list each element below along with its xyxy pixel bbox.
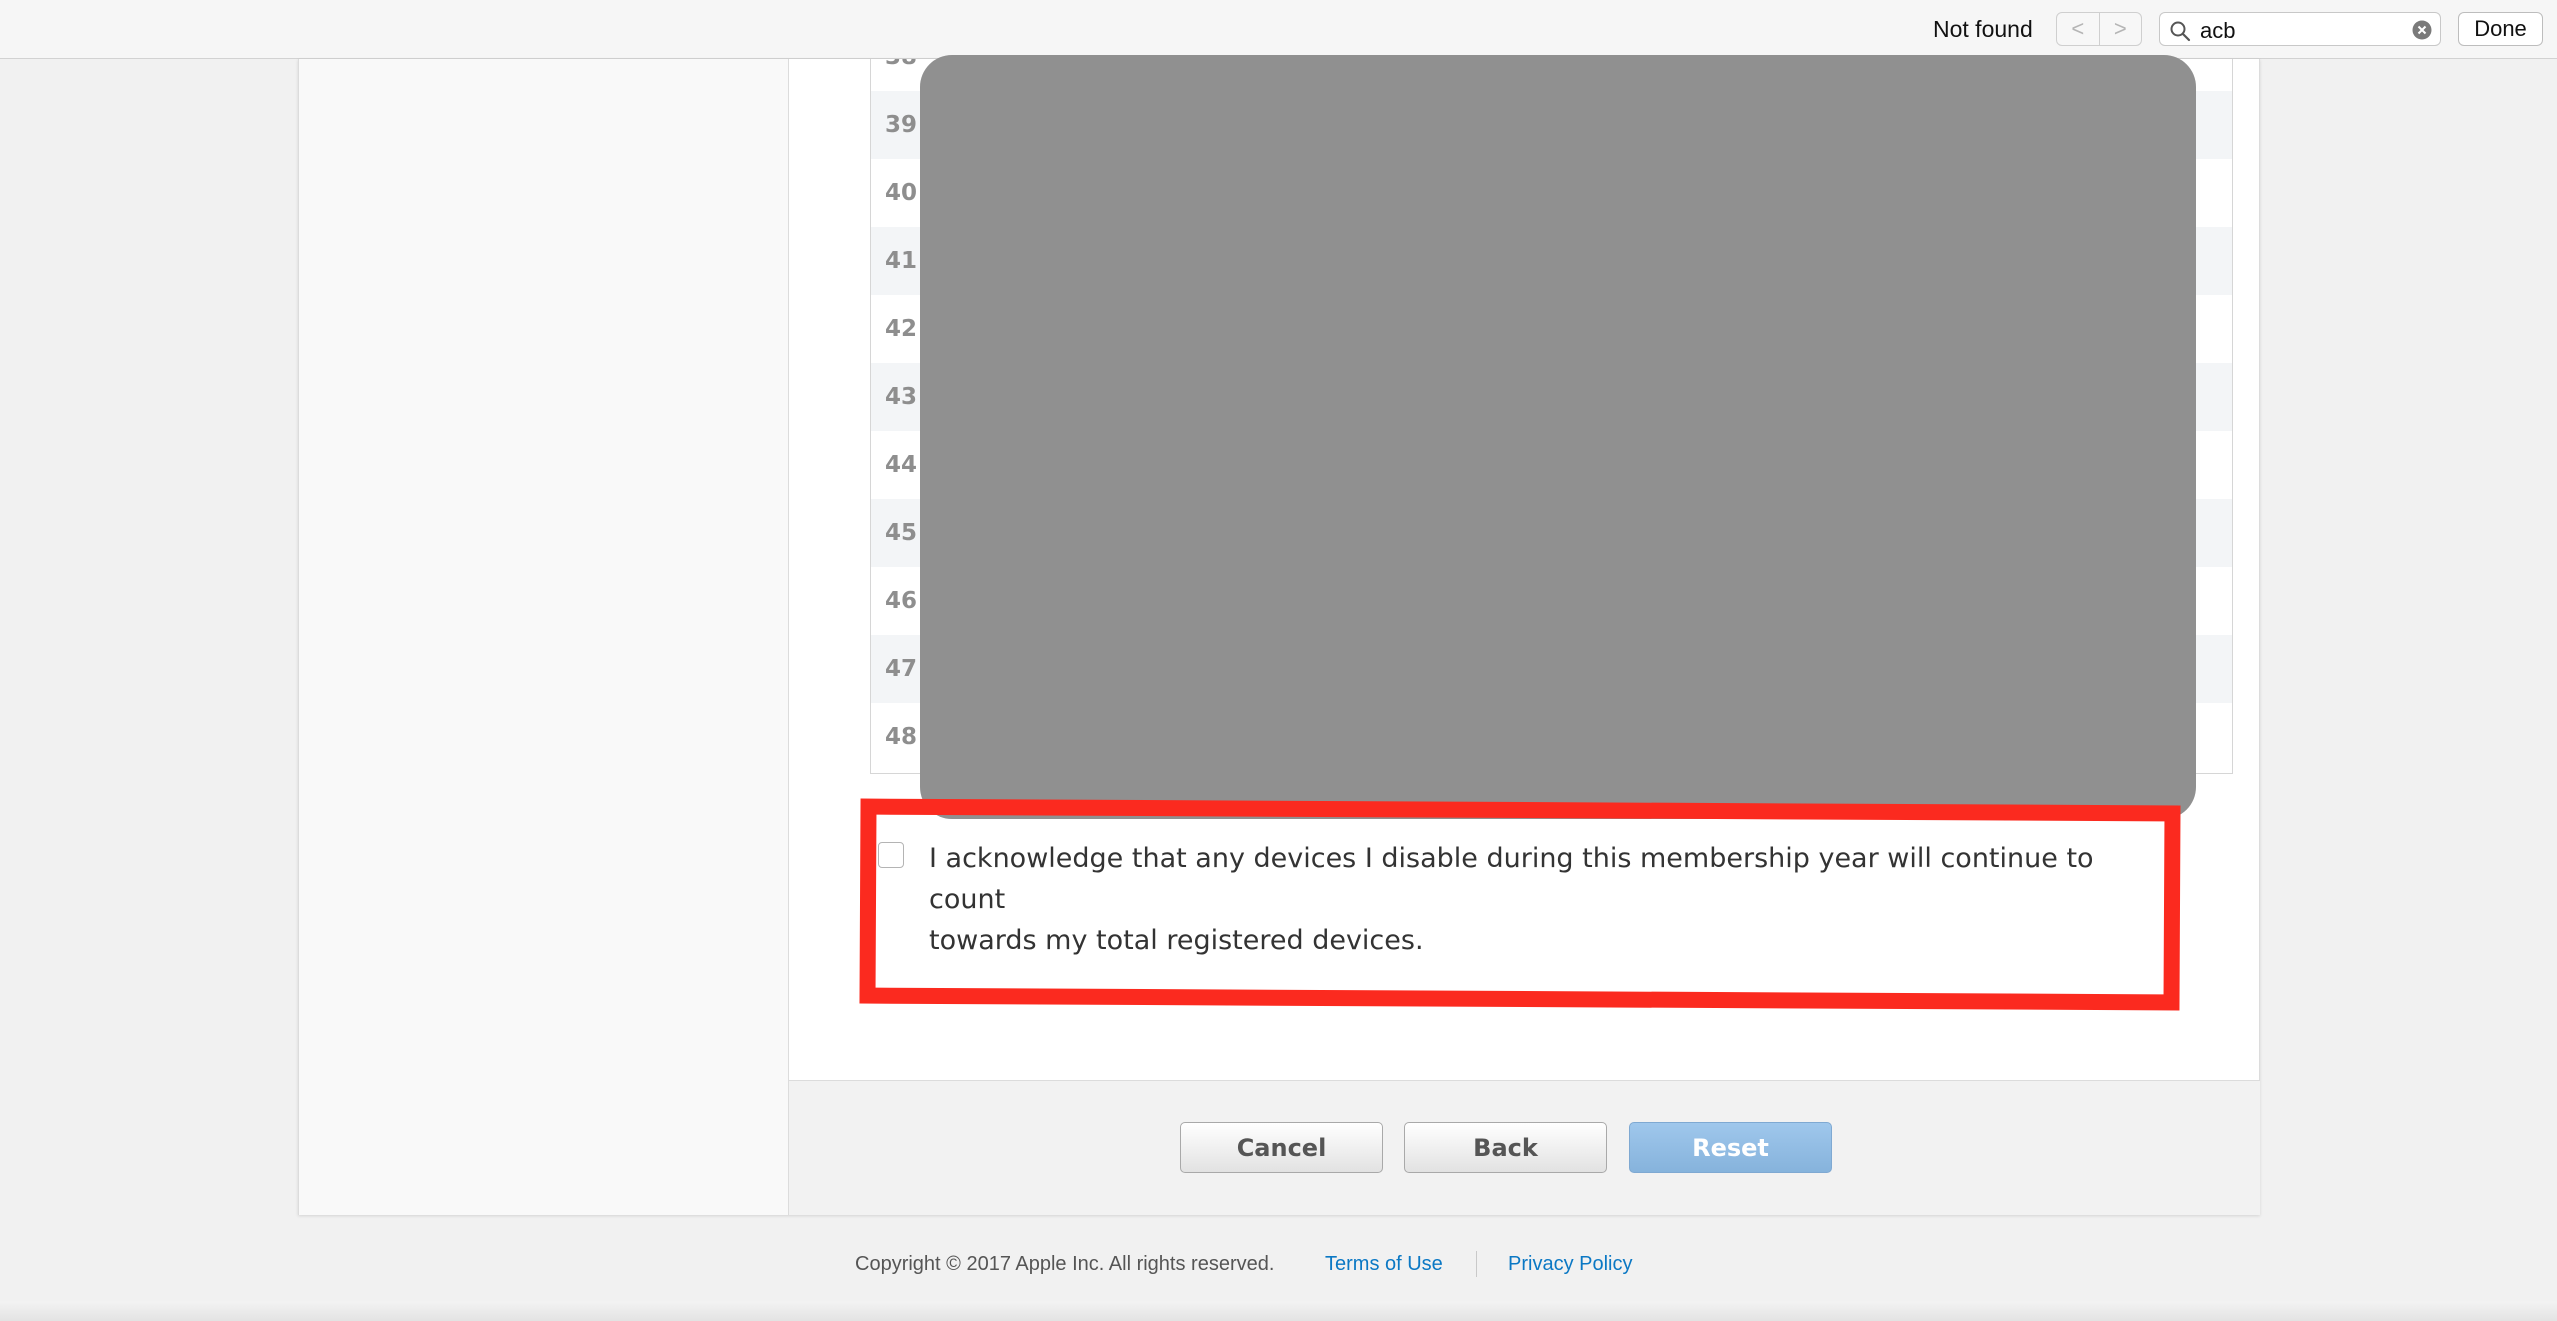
find-previous-button[interactable]: < — [2057, 13, 2099, 45]
bottom-shadow — [0, 1301, 2557, 1321]
back-button[interactable]: Back — [1404, 1122, 1607, 1173]
terms-of-use-link[interactable]: Terms of Use — [1325, 1253, 1443, 1276]
find-search-input[interactable] — [2200, 18, 2380, 44]
acknowledge-text-line: I acknowledge that any devices I disable… — [929, 843, 2094, 915]
row-number: 41 — [885, 248, 918, 274]
redaction-overlay — [920, 55, 2196, 819]
acknowledge-label: I acknowledge that any devices I disable… — [929, 838, 2169, 961]
row-number: 46 — [885, 588, 918, 614]
page-footer: Copyright © 2017 Apple Inc. All rights r… — [0, 1251, 2557, 1283]
find-bar: Not found < > Done — [0, 0, 2557, 59]
clear-search-icon[interactable] — [2412, 20, 2432, 40]
reset-button[interactable]: Reset — [1629, 1122, 1832, 1173]
cancel-button[interactable]: Cancel — [1180, 1122, 1383, 1173]
row-number: 47 — [885, 656, 918, 682]
chevron-left-icon: < — [2071, 16, 2085, 41]
row-number: 43 — [885, 384, 918, 410]
row-number: 44 — [885, 452, 918, 478]
search-icon — [2170, 21, 2191, 42]
row-number: 39 — [885, 112, 918, 138]
row-number: 45 — [885, 520, 918, 546]
find-navigation: < > — [2056, 12, 2142, 46]
footer-divider — [1476, 1251, 1477, 1277]
sidebar — [299, 59, 789, 1215]
chevron-right-icon: > — [2113, 16, 2127, 41]
find-done-button[interactable]: Done — [2458, 12, 2543, 46]
acknowledge-checkbox[interactable] — [878, 842, 904, 868]
main-panel: 38 39 40 41 42 43 44 45 46 47 48 — [298, 55, 2260, 1215]
row-number: 42 — [885, 316, 918, 342]
find-search-box[interactable] — [2159, 12, 2441, 46]
acknowledge-text-line: towards my total registered devices. — [929, 925, 1424, 956]
row-number: 48 — [885, 724, 918, 750]
find-status: Not found — [1933, 16, 2033, 42]
privacy-policy-link[interactable]: Privacy Policy — [1508, 1253, 1632, 1276]
copyright-text: Copyright © 2017 Apple Inc. All rights r… — [855, 1253, 1275, 1275]
row-number: 38 — [885, 59, 917, 70]
row-number: 40 — [885, 180, 918, 206]
find-next-button[interactable]: > — [2098, 13, 2142, 45]
